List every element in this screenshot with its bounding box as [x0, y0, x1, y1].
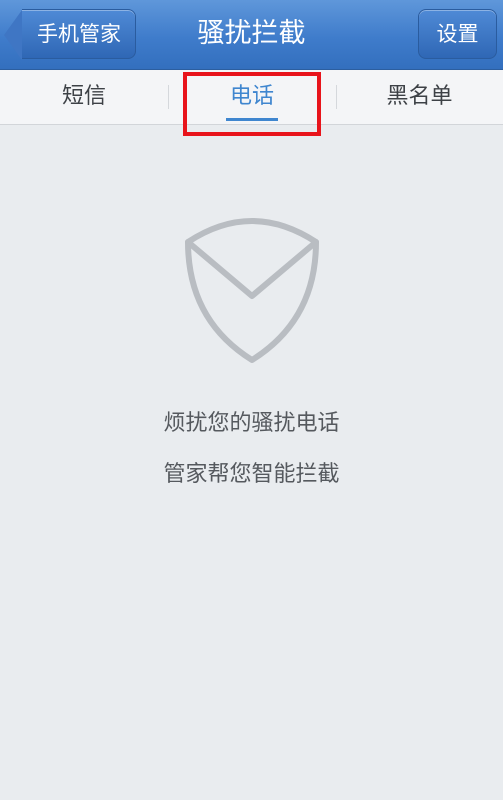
highlight-annotation-box [183, 72, 321, 136]
tab-blacklist[interactable]: 黑名单 [336, 70, 503, 124]
back-button-label: 手机管家 [37, 22, 121, 46]
top-bar: 手机管家 骚扰拦截 设置 [0, 0, 503, 70]
settings-button[interactable]: 设置 [418, 9, 497, 59]
tab-sms[interactable]: 短信 [0, 70, 168, 124]
back-button[interactable]: 手机管家 [4, 9, 136, 60]
shield-icon [185, 218, 319, 363]
back-arrow-icon [4, 10, 22, 60]
empty-state-message-line2: 管家帮您智能拦截 [163, 462, 340, 487]
empty-state-message-line1: 烦扰您的骚扰电话 [163, 411, 340, 436]
page-title: 骚扰拦截 [197, 18, 306, 49]
